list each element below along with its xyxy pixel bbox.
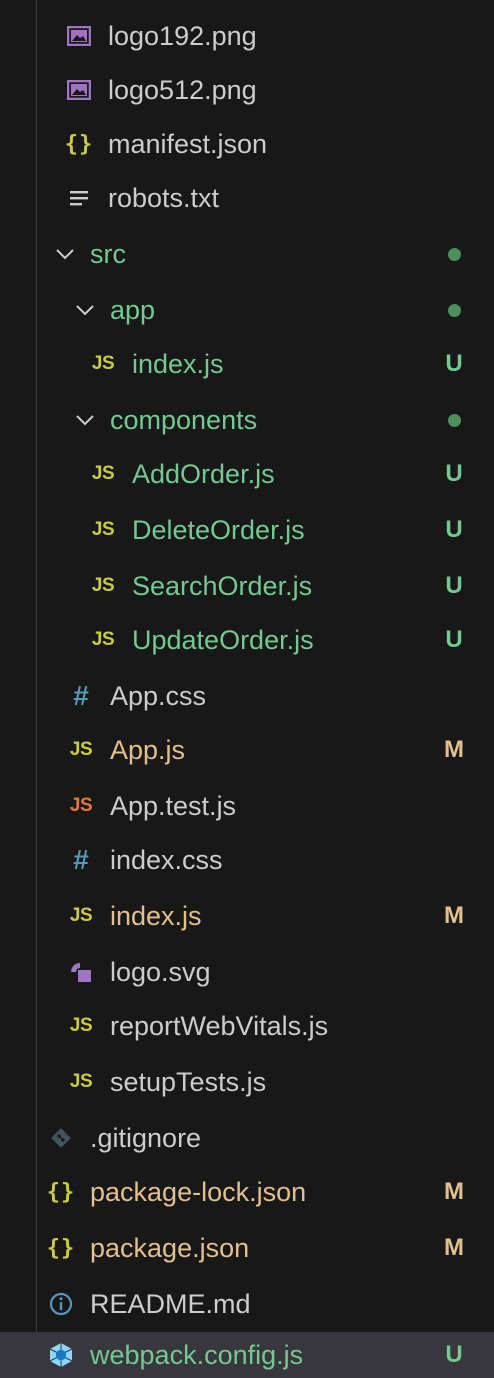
tree-item-label: index.js [110,900,202,931]
chevron-down-icon[interactable] [52,248,78,260]
tree-item-webpack-config-js[interactable]: webpack.config.js U [0,1332,494,1378]
js-icon: JS [91,463,115,484]
css-hash-icon: # [73,844,89,875]
tree-item-label: package.json [90,1232,250,1263]
tree-folder-src[interactable]: src [0,226,494,282]
tree-item-gitignore[interactable]: .gitignore [0,1110,494,1166]
tree-item-label: manifest.json [108,128,268,159]
json-braces-icon: {} [46,1235,76,1261]
tree-item-logo192-png[interactable]: logo192.png [0,8,494,64]
tree-item-label: App.css [110,680,207,711]
tree-item-label: .gitignore [90,1122,202,1153]
git-status-dot [448,247,461,261]
git-status-dot [448,413,461,427]
info-icon [46,1292,76,1316]
tree-item-deleteorder-js[interactable]: JS DeleteOrder.js U [0,502,494,558]
tree-folder-app[interactable]: app [0,282,494,338]
tree-folder-label: src [90,238,126,269]
tree-folder-components[interactable]: components [0,392,494,448]
js-icon: JS [91,629,115,650]
image-icon [64,80,94,100]
tree-item-label: logo192.png [108,20,257,51]
js-icon: JS [91,575,115,596]
tree-item-app-index-js[interactable]: JS index.js U [0,336,494,392]
git-status-badge: U [445,626,463,653]
tree-item-package-lock-json[interactable]: {} package-lock.json M [0,1164,494,1220]
text-lines-icon [64,189,94,207]
git-status-badge: M [444,1234,464,1261]
css-hash-icon: # [73,680,89,711]
js-icon: JS [69,1015,93,1036]
tree-item-app-test-js[interactable]: JS App.test.js [0,778,494,834]
js-icon: JS [69,905,93,926]
git-icon [46,1127,76,1149]
tree-item-logo512-png[interactable]: logo512.png [0,62,494,118]
tree-item-updateorder-js[interactable]: JS UpdateOrder.js U [0,612,494,668]
file-explorer-tree: logo192.png logo512.png {} manifest.json… [0,0,494,1378]
tree-item-label: UpdateOrder.js [132,624,314,655]
tree-item-app-js[interactable]: JS App.js M [0,722,494,778]
git-status-badge: U [445,516,463,543]
git-status-badge: U [445,350,463,377]
tree-item-label: index.css [110,844,223,875]
json-braces-icon: {} [64,131,94,157]
tree-item-label: webpack.config.js [90,1339,304,1370]
tree-item-index-js[interactable]: JS index.js M [0,888,494,944]
tree-item-label: App.js [110,734,186,765]
git-status-badge: M [444,902,464,929]
svg-icon [66,960,96,984]
tree-item-label: logo512.png [108,74,257,105]
test-js-icon: JS [69,795,93,816]
tree-item-label: reportWebVitals.js [110,1010,329,1041]
js-icon: JS [69,1071,93,1092]
js-icon: JS [69,739,93,760]
tree-item-label: DeleteOrder.js [132,514,305,545]
tree-item-readme-md[interactable]: README.md [0,1276,494,1332]
webpack-cube-icon [46,1342,76,1368]
tree-folder-label: app [110,294,156,325]
js-icon: JS [91,519,115,540]
git-status-badge: M [444,1178,464,1205]
tree-item-label: SearchOrder.js [132,570,313,601]
tree-item-label: AddOrder.js [132,458,275,489]
tree-item-app-css[interactable]: # App.css [0,668,494,724]
tree-item-label: App.test.js [110,790,237,821]
tree-item-manifest-json[interactable]: {} manifest.json [0,116,494,172]
tree-item-label: logo.svg [110,956,211,987]
tree-item-setuptests-js[interactable]: JS setupTests.js [0,1054,494,1110]
git-status-badge: M [444,736,464,763]
tree-item-index-css[interactable]: # index.css [0,832,494,888]
tree-item-label: robots.txt [108,182,220,213]
git-status-badge: U [445,460,463,487]
git-status-dot [448,303,461,317]
git-status-badge: U [445,572,463,599]
tree-item-searchorder-js[interactable]: JS SearchOrder.js U [0,558,494,614]
image-icon [64,26,94,46]
js-icon: JS [91,353,115,374]
tree-item-logo-svg[interactable]: logo.svg [0,944,494,1000]
tree-item-label: package-lock.json [90,1176,307,1207]
tree-item-label: setupTests.js [110,1066,267,1097]
tree-item-label: index.js [132,348,224,379]
tree-item-robots-txt[interactable]: robots.txt [0,170,494,226]
git-status-badge: U [445,1341,463,1368]
tree-item-reportwebvitals-js[interactable]: JS reportWebVitals.js [0,998,494,1054]
chevron-down-icon[interactable] [72,304,98,316]
tree-item-addorder-js[interactable]: JS AddOrder.js U [0,446,494,502]
tree-item-label: README.md [90,1288,251,1319]
tree-folder-label: components [110,404,258,435]
chevron-down-icon[interactable] [72,414,98,426]
tree-item-package-json[interactable]: {} package.json M [0,1220,494,1276]
json-braces-icon: {} [46,1179,76,1205]
